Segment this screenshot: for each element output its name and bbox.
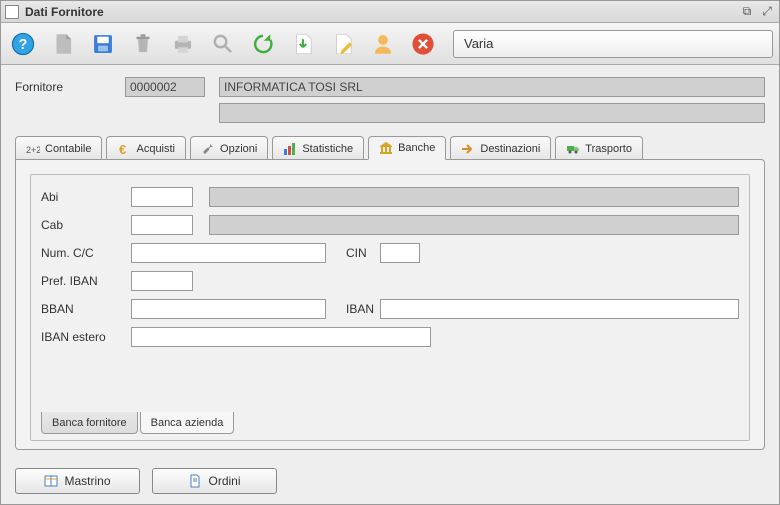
ibanestero-input[interactable] [131, 327, 431, 347]
tab-statistiche[interactable]: Statistiche [272, 136, 364, 160]
ordini-button[interactable]: Ordini [152, 468, 277, 494]
tab-banche[interactable]: Banche [368, 136, 446, 160]
subtab-label: Banca fornitore [52, 417, 127, 429]
svg-text:?: ? [19, 36, 28, 52]
subtab-banca-azienda[interactable]: Banca azienda [140, 412, 235, 434]
cin-label: CIN [346, 246, 380, 260]
truck-icon [566, 142, 580, 156]
chart-icon [283, 142, 297, 156]
svg-text:€: € [119, 142, 126, 156]
supplier-label: Fornitore [15, 80, 125, 94]
print-button[interactable] [167, 28, 199, 60]
bank-form: Abi Cab Num. C/C CIN Pref. IBAN [30, 174, 750, 441]
restore-window-icon[interactable]: ⧉ [739, 5, 755, 19]
prefiban-input[interactable] [131, 271, 193, 291]
arrow-right-icon [461, 142, 475, 156]
refresh-button[interactable] [247, 28, 279, 60]
numcc-label: Num. C/C [41, 246, 131, 260]
document-icon [188, 474, 202, 488]
cin-input[interactable] [380, 243, 420, 263]
user-button[interactable] [367, 28, 399, 60]
subtabs: Banca fornitore Banca azienda [41, 412, 739, 434]
cab-desc-field [209, 215, 739, 235]
tab-label: Contabile [45, 143, 91, 155]
tabstrip: 2+2 Contabile € Acquisti Opzioni Statistic… [15, 135, 765, 159]
bank-icon [379, 141, 393, 155]
mastrino-button[interactable]: Mastrino [15, 468, 140, 494]
toolbar: ? Varia [1, 23, 779, 65]
tab-label: Trasporto [585, 143, 632, 155]
abi-label: Abi [41, 190, 131, 204]
app-window: Dati Fornitore ⧉ ⤢ ? Varia Fornitore [0, 0, 780, 505]
tab-label: Destinazioni [480, 143, 540, 155]
document-edit-button[interactable] [327, 28, 359, 60]
svg-text:2+2: 2+2 [26, 145, 40, 155]
tab-destinazioni[interactable]: Destinazioni [450, 136, 551, 160]
search-button[interactable] [207, 28, 239, 60]
delete-button[interactable] [127, 28, 159, 60]
abi-desc-field [209, 187, 739, 207]
supplier-code-field [125, 77, 205, 97]
content-area: Fornitore 2+2 Contabile € Acquisti Opzioni… [1, 65, 779, 460]
help-button[interactable]: ? [7, 28, 39, 60]
tab-opzioni[interactable]: Opzioni [190, 136, 268, 160]
tab-label: Statistiche [302, 143, 353, 155]
tab-label: Acquisti [136, 143, 175, 155]
save-button[interactable] [87, 28, 119, 60]
tab-panel-banche: Abi Cab Num. C/C CIN Pref. IBAN [15, 159, 765, 450]
abi-input[interactable] [131, 187, 193, 207]
iban-input[interactable] [380, 299, 739, 319]
window-title: Dati Fornitore [25, 5, 739, 19]
footer: Mastrino Ordini [1, 460, 779, 504]
close-button[interactable] [407, 28, 439, 60]
wrench-icon [201, 142, 215, 156]
cab-label: Cab [41, 218, 131, 232]
tab-label: Opzioni [220, 143, 257, 155]
calculator-icon: 2+2 [26, 142, 40, 156]
ordini-label: Ordini [208, 474, 240, 488]
status-field: Varia [453, 30, 773, 58]
numcc-input[interactable] [131, 243, 326, 263]
tab-contabile[interactable]: 2+2 Contabile [15, 136, 102, 160]
ibanestero-label: IBAN estero [41, 330, 131, 344]
maximize-window-icon[interactable]: ⤢ [759, 5, 775, 19]
ledger-icon [44, 474, 58, 488]
titlebar: Dati Fornitore ⧉ ⤢ [1, 1, 779, 23]
euro-icon: € [117, 142, 131, 156]
cab-input[interactable] [131, 215, 193, 235]
tab-trasporto[interactable]: Trasporto [555, 136, 643, 160]
export-button[interactable] [287, 28, 319, 60]
window-icon [5, 5, 19, 19]
tab-label: Banche [398, 142, 435, 154]
bban-label: BBAN [41, 302, 131, 316]
subtab-banca-fornitore[interactable]: Banca fornitore [41, 412, 138, 434]
bban-input[interactable] [131, 299, 326, 319]
prefiban-label: Pref. IBAN [41, 274, 131, 288]
mastrino-label: Mastrino [64, 474, 110, 488]
iban-label: IBAN [346, 302, 380, 316]
subtab-label: Banca azienda [151, 417, 224, 429]
supplier-name-field [219, 77, 765, 97]
new-button[interactable] [47, 28, 79, 60]
tab-acquisti[interactable]: € Acquisti [106, 136, 186, 160]
supplier-line2-field [219, 103, 765, 123]
